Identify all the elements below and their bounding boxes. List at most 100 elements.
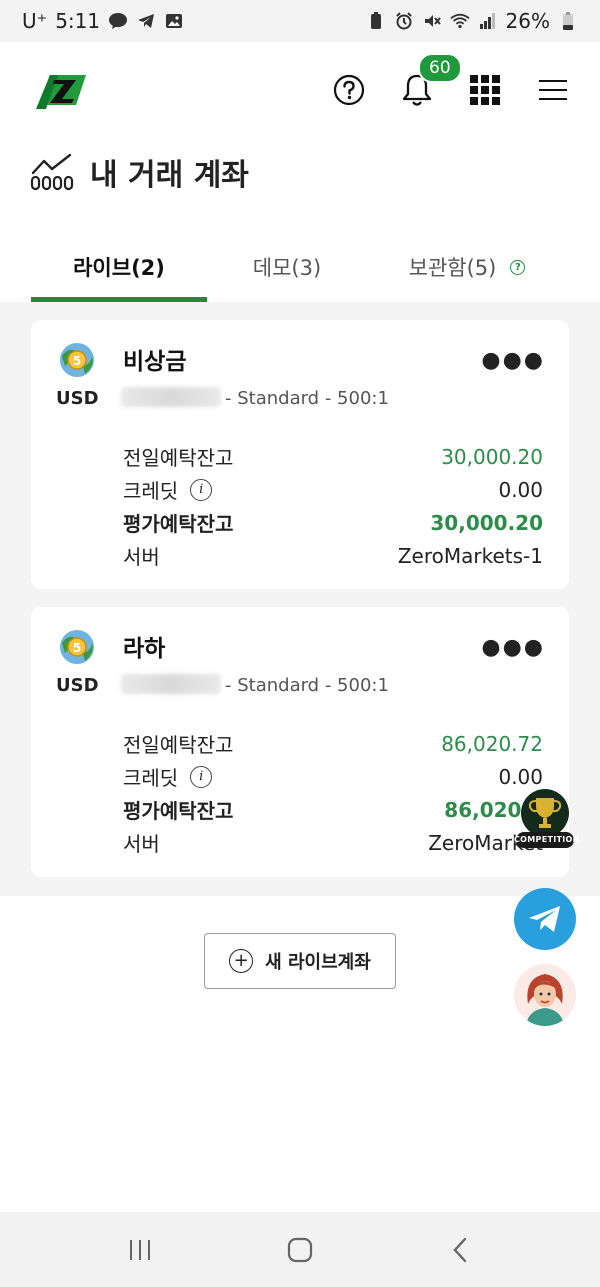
recent-apps-button[interactable] <box>110 1225 170 1275</box>
balance-label: 전일예탁잔고 <box>123 733 234 757</box>
support-avatar-button[interactable] <box>514 964 576 1026</box>
notification-badge: 60 <box>418 53 462 83</box>
telegram-status-icon <box>136 11 156 31</box>
server-label: 서버 <box>123 545 160 569</box>
ellipsis-icon: ●●● <box>481 635 545 660</box>
detail-row-credit: 크레딧 i 0.00 <box>123 760 543 793</box>
telegram-button[interactable] <box>514 888 576 950</box>
credit-label: 크레딧 <box>123 479 179 503</box>
tab-live[interactable]: 라이브(2) <box>31 232 207 302</box>
mute-icon <box>422 11 442 31</box>
credit-value: 0.00 <box>498 477 543 502</box>
detail-row-balance: 전일예탁잔고 30,000.20 <box>123 440 543 473</box>
status-left: U⁺ 5:11 <box>22 9 184 33</box>
account-card[interactable]: 5 USD 비상금 ●●● - Standard - 500:1 전일예탁잔고 … <box>31 320 569 589</box>
hamburger-icon <box>539 80 567 100</box>
svg-text:5: 5 <box>73 641 81 655</box>
detail-row-server: 서버 ZeroMarket <box>123 826 543 859</box>
battery-icon <box>558 11 578 31</box>
header-actions: 60 <box>332 53 570 107</box>
detail-row-equity: 평가예탁잔고 30,000.20 <box>123 506 543 539</box>
clock: 5:11 <box>55 9 101 33</box>
equity-value: 30,000.20 <box>430 510 543 535</box>
status-bar: U⁺ 5:11 26% <box>0 0 600 42</box>
zero-markets-logo[interactable] <box>36 71 88 109</box>
metatrader5-icon: 5 <box>60 343 94 377</box>
account-currency: USD <box>56 675 99 696</box>
battery-percent: 26% <box>505 9 550 33</box>
notifications-button[interactable]: 60 <box>400 53 462 107</box>
more-options-button[interactable]: ●●● <box>481 635 545 660</box>
account-number-redacted <box>121 387 221 407</box>
more-options-button[interactable]: ●●● <box>481 348 545 373</box>
info-icon[interactable]: i <box>190 765 213 788</box>
tab-demo-label: 데모(3) <box>252 256 322 280</box>
svg-text:5: 5 <box>73 354 81 368</box>
equity-label: 평가예탁잔고 <box>123 512 234 536</box>
info-icon[interactable]: i <box>190 478 213 501</box>
home-button[interactable] <box>270 1225 330 1275</box>
detail-row-balance: 전일예탁잔고 86,020.72 <box>123 727 543 760</box>
account-details: 전일예탁잔고 86,020.72 크레딧 i 0.00 평가예탁잔고 86,02… <box>123 727 543 859</box>
status-right: 26% <box>366 9 578 33</box>
credit-label: 크레딧 <box>123 766 179 790</box>
new-live-account-label: 새 라이브계좌 <box>265 952 371 973</box>
chat-icon <box>108 11 128 31</box>
support-agent-avatar-icon <box>514 964 576 1026</box>
balance-value: 86,020.72 <box>441 731 543 756</box>
credit-value: 0.00 <box>498 764 543 789</box>
account-card[interactable]: 5 USD 라하 ●●● - Standard - 500:1 전일예탁잔고 8… <box>31 607 569 877</box>
home-icon <box>287 1237 313 1262</box>
help-button[interactable] <box>332 73 366 107</box>
page-title-row: 내 거래 계좌 <box>30 150 249 194</box>
tab-archive[interactable]: 보관함(5) ? <box>367 232 567 302</box>
tab-live-label: 라이브(2) <box>73 256 165 280</box>
account-name: 라하 <box>123 636 166 662</box>
detail-row-equity: 평가예탁잔고 86,020.7 <box>123 793 543 826</box>
page-title: 내 거래 계좌 <box>90 158 249 193</box>
menu-button[interactable] <box>536 73 570 107</box>
signal-icon <box>478 11 498 31</box>
archive-help-icon[interactable]: ? <box>510 259 526 275</box>
telegram-icon <box>529 906 560 932</box>
detail-row-server: 서버 ZeroMarkets-1 <box>123 539 543 572</box>
competition-label: COMPETITION <box>514 835 580 844</box>
accounts-list: 5 USD 비상금 ●●● - Standard - 500:1 전일예탁잔고 … <box>0 302 600 896</box>
server-value: ZeroMarkets-1 <box>397 543 543 568</box>
battery-saver-icon <box>366 11 386 31</box>
detail-row-credit: 크레딧 i 0.00 <box>123 473 543 506</box>
trading-chart-icon <box>30 153 74 191</box>
balance-value: 30,000.20 <box>441 444 543 469</box>
question-icon <box>333 74 365 106</box>
account-number-redacted <box>121 674 221 694</box>
balance-label: 전일예탁잔고 <box>123 446 234 470</box>
credit-label-wrap: 크레딧 i <box>123 762 213 791</box>
alarm-icon <box>394 11 414 31</box>
ellipsis-icon: ●●● <box>481 348 545 373</box>
new-live-account-button[interactable]: + 새 라이브계좌 <box>204 933 396 989</box>
account-currency: USD <box>56 388 99 409</box>
back-button[interactable] <box>430 1225 490 1275</box>
credit-label-wrap: 크레딧 i <box>123 475 213 504</box>
recents-icon <box>130 1239 150 1260</box>
account-tabs: 라이브(2) 데모(3) 보관함(5) ? <box>0 232 600 302</box>
image-icon <box>164 11 184 31</box>
account-type: - Standard - 500:1 <box>225 388 389 409</box>
account-type: - Standard - 500:1 <box>225 675 389 696</box>
metatrader5-icon: 5 <box>60 630 94 664</box>
plus-circle-icon: + <box>229 949 254 973</box>
carrier-label: U⁺ <box>22 9 48 33</box>
server-label: 서버 <box>123 832 160 856</box>
app-header: 60 <box>0 42 600 138</box>
equity-label: 평가예탁잔고 <box>123 799 234 823</box>
competition-button[interactable]: COMPETITION <box>514 788 580 852</box>
tab-archive-label: 보관함(5) <box>408 256 497 280</box>
grid-icon <box>470 75 500 105</box>
apps-grid-button[interactable] <box>468 73 502 107</box>
account-name: 비상금 <box>123 349 187 375</box>
back-chevron-icon <box>453 1237 467 1262</box>
tab-demo[interactable]: 데모(3) <box>207 232 367 302</box>
wifi-icon <box>449 11 470 31</box>
account-details: 전일예탁잔고 30,000.20 크레딧 i 0.00 평가예탁잔고 30,00… <box>123 440 543 572</box>
system-nav-bar <box>0 1212 600 1287</box>
